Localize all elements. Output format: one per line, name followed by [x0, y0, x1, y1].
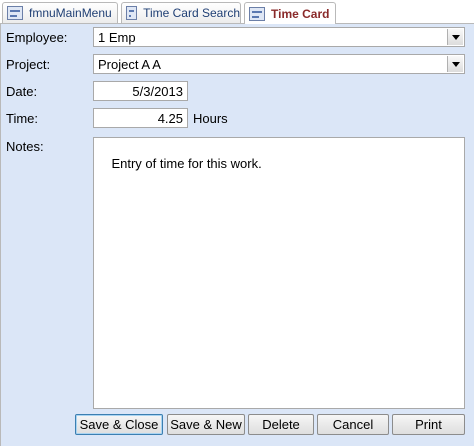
tab-fmnumainmenu[interactable]: fmnuMainMenu: [2, 2, 118, 23]
employee-dropdown-button[interactable]: [447, 29, 463, 45]
chevron-down-icon: [451, 34, 460, 40]
document-tab-strip: fmnuMainMenu Time Card Search Time Card: [0, 0, 474, 24]
employee-label: Employee:: [6, 30, 68, 45]
time-field[interactable]: 4.25: [93, 108, 188, 128]
project-value: Project A A: [98, 56, 161, 72]
delete-button[interactable]: Delete: [248, 414, 314, 435]
hours-unit-label: Hours: [193, 111, 228, 126]
project-dropdown-button[interactable]: [447, 56, 463, 72]
save-new-button[interactable]: Save & New: [167, 414, 245, 435]
save-close-button[interactable]: Save & Close: [75, 414, 163, 435]
date-value: 5/3/2013: [132, 83, 183, 99]
form-icon: [126, 6, 138, 20]
tab-label: fmnuMainMenu: [29, 6, 112, 20]
date-label: Date:: [6, 84, 38, 99]
project-label: Project:: [6, 57, 51, 72]
form-icon: [7, 6, 23, 20]
notes-label: Notes:: [6, 139, 44, 154]
form-icon: [249, 6, 265, 21]
employee-combo[interactable]: 1 Emp: [93, 27, 465, 47]
time-value: 4.25: [157, 110, 183, 126]
tab-label: Time Card: [271, 6, 330, 21]
time-label: Time:: [6, 111, 39, 126]
tab-time-card-search[interactable]: Time Card Search: [121, 2, 241, 23]
chevron-down-icon: [451, 61, 460, 67]
tab-time-card[interactable]: Time Card: [244, 2, 336, 24]
print-button[interactable]: Print: [392, 414, 465, 435]
notes-value: Entry of time for this work.: [111, 156, 262, 171]
tab-label: Time Card Search: [143, 6, 240, 20]
cancel-button[interactable]: Cancel: [317, 414, 389, 435]
employee-value: 1 Emp: [98, 29, 136, 45]
project-combo[interactable]: Project A A: [93, 54, 465, 74]
date-field[interactable]: 5/3/2013: [93, 81, 188, 101]
time-card-form: Employee: 1 Emp Project: Project A A Dat…: [0, 24, 474, 446]
notes-textarea[interactable]: Entry of time for this work.: [93, 137, 465, 409]
